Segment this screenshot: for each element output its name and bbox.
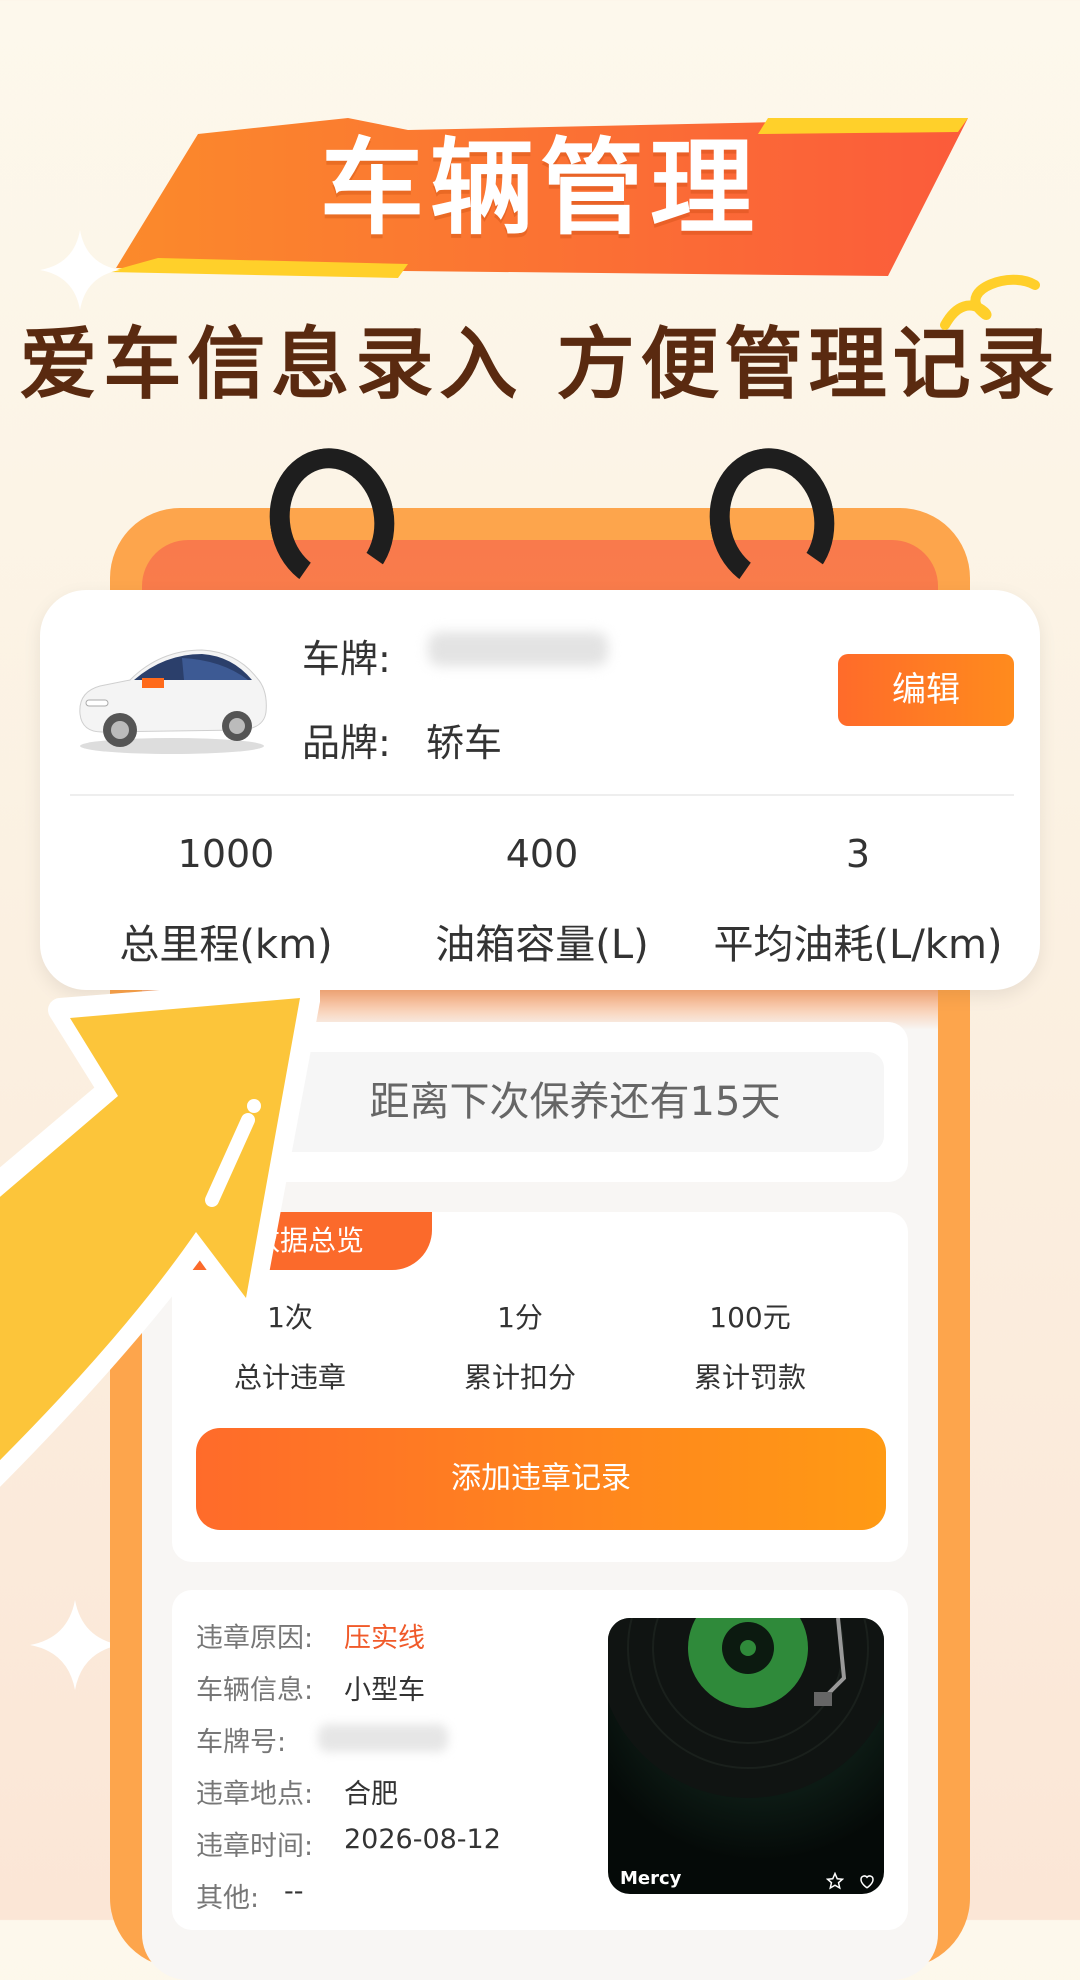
plate-label: 车牌: (302, 637, 391, 681)
record-reason-value: 压实线 (344, 1623, 425, 1654)
record-label: 违章原因: (196, 1623, 314, 1654)
page-title: 车辆管理 (319, 127, 760, 249)
stat-mileage-label: 总里程(km) (119, 922, 333, 968)
record-location-value: 合肥 (344, 1779, 398, 1810)
maintenance-reminder: 距离下次保养还有15天 (266, 1052, 884, 1152)
record-vehicle-value: 小型车 (344, 1675, 425, 1706)
heart-icon[interactable] (858, 1872, 876, 1890)
record-time-value: 2026-08-12 (344, 1824, 501, 1855)
record-label: 车牌号: (196, 1727, 287, 1758)
pointer-arrow (0, 978, 320, 1487)
record-photo[interactable] (608, 1618, 884, 1894)
points-value: 1分 (497, 1301, 543, 1334)
record-other-value: -- (284, 1876, 304, 1907)
brand-value: 轿车 (426, 721, 503, 765)
vinyl-record-image (608, 1618, 884, 1798)
stat-mileage-value: 1000 (177, 832, 275, 876)
plate-value-redacted (428, 632, 608, 666)
record-label: 违章时间: (196, 1831, 314, 1862)
record-plate-redacted (318, 1724, 448, 1752)
ribbon-decoration (940, 274, 1040, 330)
car-image (79, 649, 267, 754)
edit-button[interactable]: 编辑 (838, 654, 1014, 726)
brand-label: 品牌: (302, 721, 391, 765)
record-label: 其他: (196, 1883, 260, 1914)
media-title: Mercy (620, 1868, 682, 1889)
stat-consumption-label: 平均油耗(L/km) (713, 922, 1003, 968)
stat-tank-value: 400 (505, 832, 579, 876)
sparkle-icon (30, 1600, 120, 1690)
stat-consumption-value: 3 (845, 832, 871, 876)
fine-value: 100元 (709, 1301, 791, 1334)
stat-tank-label: 油箱容量(L) (435, 922, 649, 968)
sparkle-icon (40, 230, 120, 310)
page-subtitle: 爱车信息录入 方便管理记录 (19, 320, 1061, 410)
star-icon[interactable] (826, 1872, 844, 1890)
divider (70, 794, 1014, 796)
record-label: 车辆信息: (196, 1675, 314, 1706)
points-label: 累计扣分 (463, 1361, 576, 1394)
record-label: 违章地点: (196, 1779, 314, 1810)
fine-label: 累计罚款 (693, 1361, 806, 1394)
